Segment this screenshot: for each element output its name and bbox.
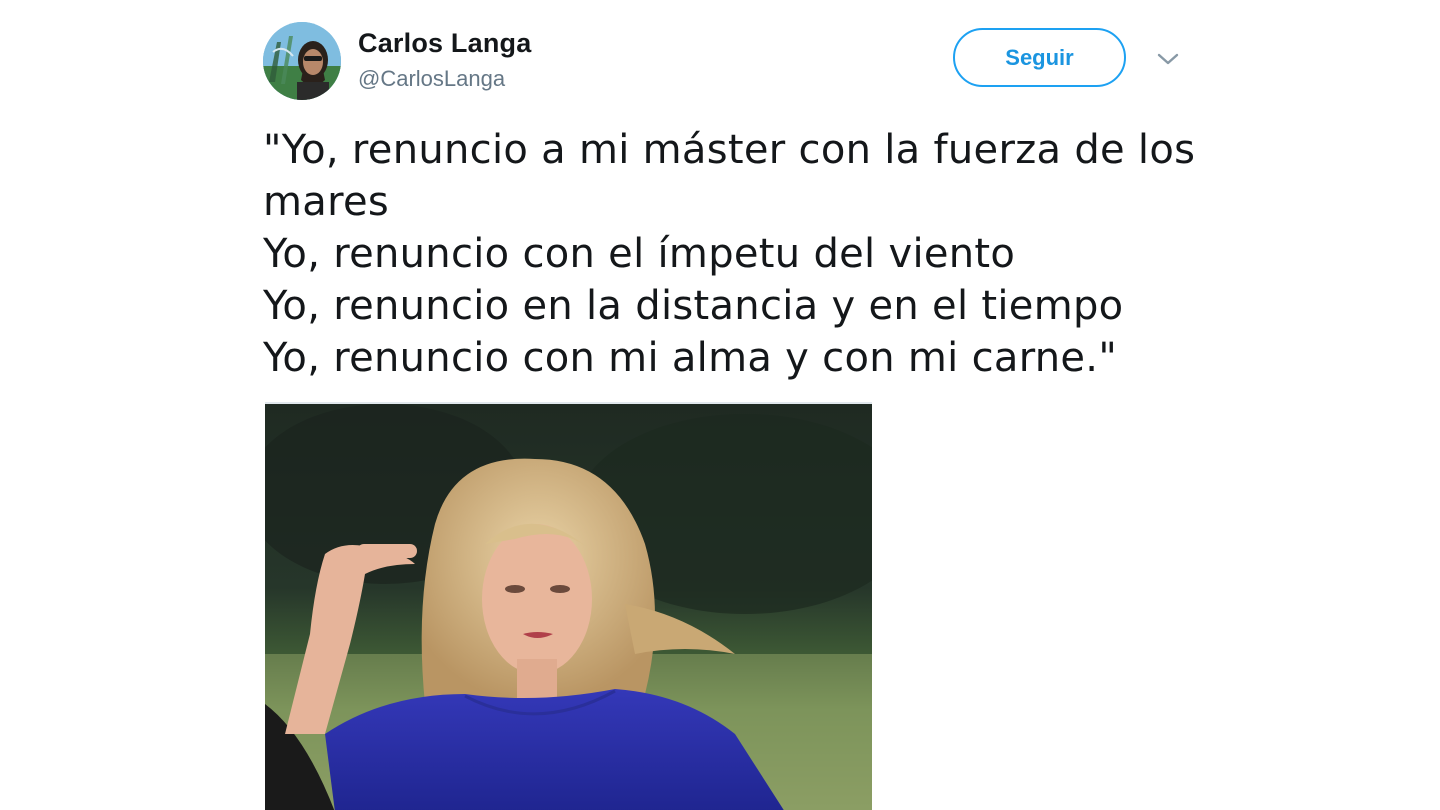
tweet-text-line: Yo, renuncio en la distancia y en el tie… [263, 283, 1124, 329]
tweet-text-line: Yo, renuncio con mi alma y con mi carne.… [263, 335, 1118, 381]
author-handle[interactable]: @CarlosLanga [358, 66, 505, 92]
author-avatar[interactable] [263, 22, 341, 100]
tweet-text-line: Yo, renuncio con el ímpetu del viento [263, 231, 1016, 277]
tweet-text: "Yo, renuncio a mi máster con la fuerza … [263, 124, 1223, 384]
author-name[interactable]: Carlos Langa [358, 28, 531, 59]
tweet-media-image[interactable] [265, 402, 872, 810]
follow-button[interactable]: Seguir [953, 28, 1126, 87]
tweet-text-line: mares [263, 179, 389, 225]
chevron-down-icon[interactable] [1155, 48, 1181, 70]
tweet-card: Carlos Langa @CarlosLanga Seguir "Yo, re… [0, 0, 1440, 810]
media-photo [265, 404, 872, 810]
tweet-text-line: "Yo, renuncio a mi máster con la fuerza … [263, 127, 1196, 173]
avatar-image [263, 22, 341, 100]
